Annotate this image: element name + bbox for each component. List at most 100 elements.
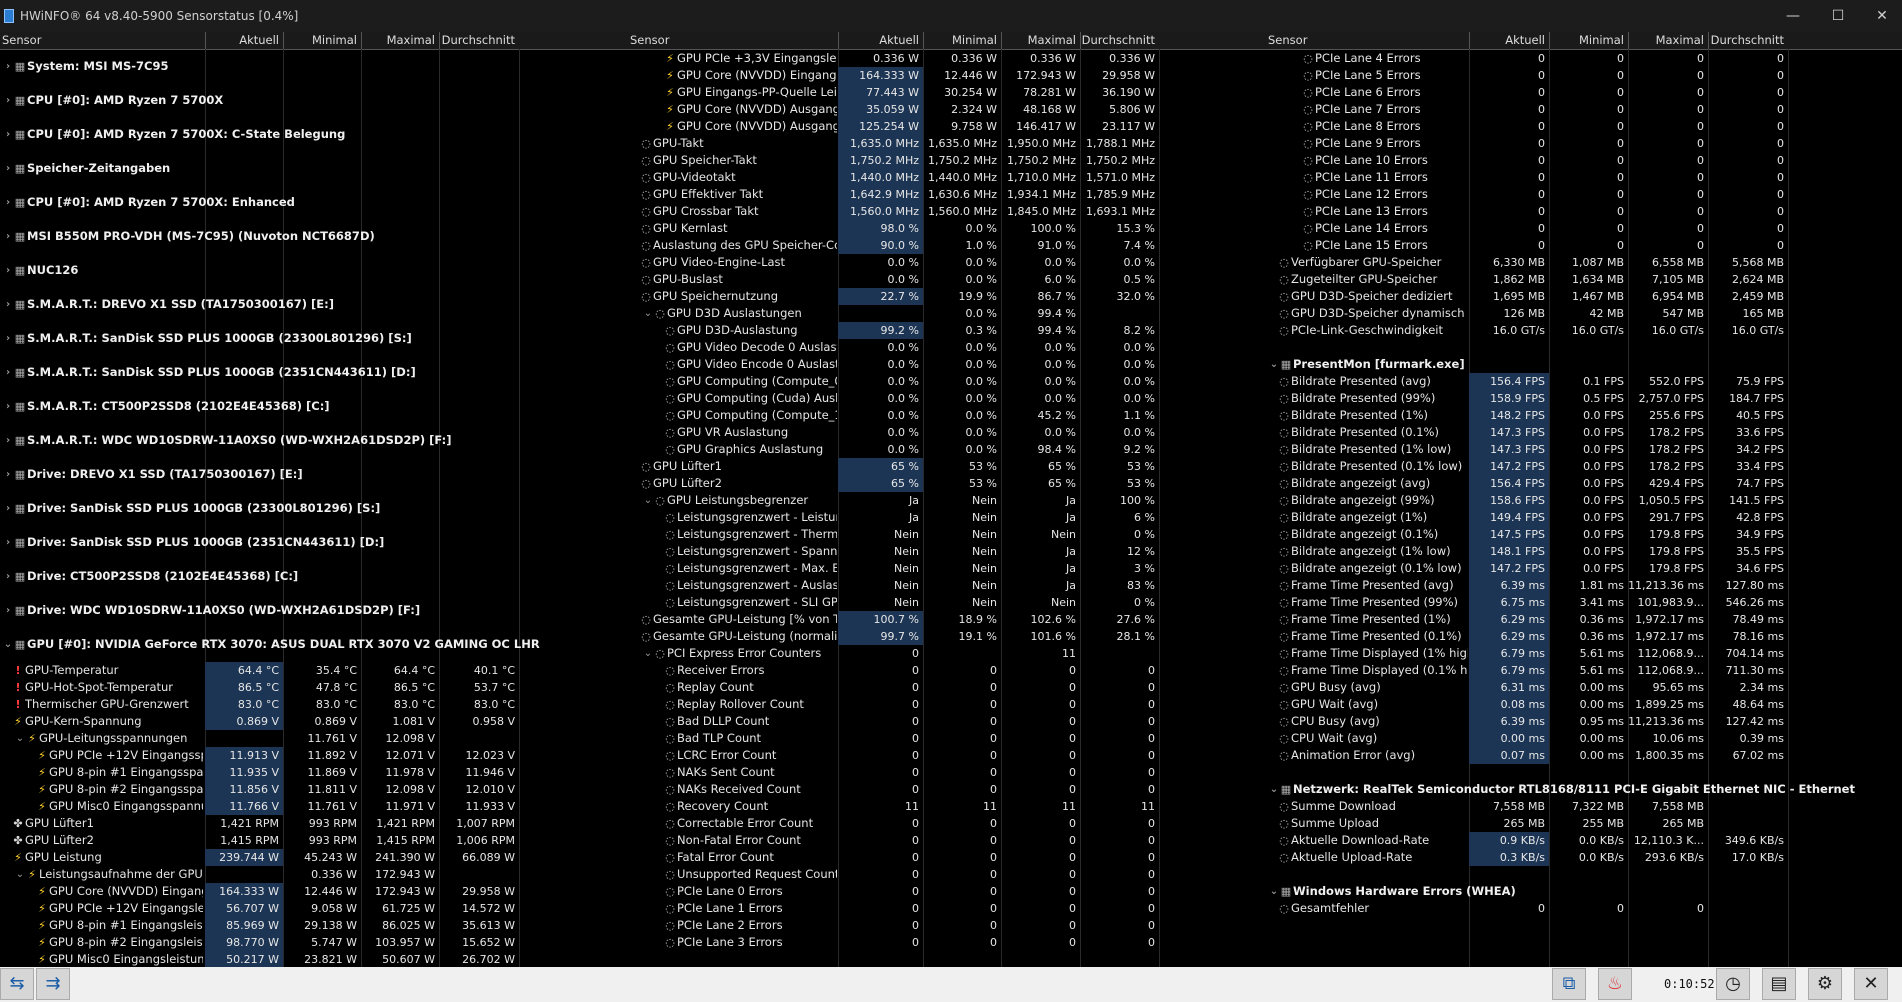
sensor-row[interactable]: ◌Frame Time Displayed (0.1% high)6.79 ms… (1266, 662, 1902, 679)
sensor-group-row[interactable]: › ▦ Speicher-Zeitangaben (0, 152, 628, 186)
sensor-row[interactable]: ◌ Gesamte GPU-Leistung [% von T... 100.7 %… (628, 611, 1266, 628)
sensor-row[interactable]: ⚡GPU Eingangs-PP-Quelle Leist...77.443 W… (628, 84, 1266, 101)
sensor-group-row[interactable]: › ▦ S.M.A.R.T.: DREVO X1 SSD (TA1750300167… (0, 288, 628, 322)
expand-chevron-icon[interactable]: › (2, 534, 14, 551)
sensor-row[interactable]: ! GPU-Hot-Spot-Temperatur 86.5 °C 47.8 °C 86… (0, 679, 628, 696)
sensor-row[interactable]: ◌ PCIe Lane 2 Errors 0 0 0 0 (628, 917, 1266, 934)
sensor-group-row[interactable]: › ▦ Drive: DREVO X1 SSD (TA1750300167) [E:… (0, 458, 628, 492)
sensor-row[interactable]: ◌ Fatal Error Count 0 0 0 0 (628, 849, 1266, 866)
expand-chevron-icon[interactable]: › (2, 330, 14, 347)
sensor-group-row[interactable]: › ▦ Drive: SanDisk SSD PLUS 1000GB (23300L… (0, 492, 628, 526)
expand-chevron-icon[interactable]: › (2, 432, 14, 449)
sensor-row[interactable]: ◌ Bildrate angezeigt (1% low) 148.1 FPS 0.0… (1266, 543, 1902, 560)
sensor-row[interactable]: ◌ Zugeteilter GPU-Speicher 1,862 MB 1,634 M… (1266, 271, 1902, 288)
sensor-row[interactable]: ◌ Frame Time Displayed (1% high) 6.79 ms 5.… (1266, 645, 1902, 662)
column-header-current[interactable]: Aktuell (838, 32, 923, 49)
sensor-row[interactable]: ◌ PCIe Lane 9 Errors 0 0 0 0 (1266, 135, 1902, 152)
sensor-row[interactable]: ◌ Replay Count 0 0 0 0 (628, 679, 1266, 696)
sensor-row[interactable]: ◌ Unsupported Request Count 0 0 0 0 (628, 866, 1266, 883)
sensor-row[interactable]: ◌ PCIe Lane 0 Errors 0 0 0 0 (628, 883, 1266, 900)
expand-chevron-icon[interactable]: › (2, 228, 14, 245)
sensor-row[interactable]: ◌ Auslastung des GPU Speicher-Co... 90.0 %… (628, 237, 1266, 254)
sensor-row[interactable]: ◌ PCIe Lane 14 Errors 0 0 0 0 (1266, 220, 1902, 237)
sensor-group-row[interactable]: ⌄ ▦ PresentMon [furmark.exe] (1266, 356, 1902, 373)
collapse-chevron-icon[interactable]: ⌄ (14, 730, 26, 747)
column-separator[interactable] (1080, 32, 1081, 49)
sensor-row[interactable]: ◌ PCIe Lane 13 Errors 0 0 0 0 (1266, 203, 1902, 220)
sensor-row[interactable]: ◌Leistungsgrenzwert - Max. Be... Nein Nein… (628, 560, 1266, 577)
sensor-row[interactable]: ⌄ ⚡ Leistungsaufnahme der GPU-... 0.336 W 17… (0, 866, 628, 883)
sensor-row[interactable]: ◌ Bildrate Presented (0.1%) 147.3 FPS 0.0 F… (1266, 424, 1902, 441)
column-separator[interactable] (1549, 32, 1550, 49)
column-header-current[interactable]: Aktuell (1469, 32, 1549, 49)
column-header-sensor[interactable]: Sensor (1268, 32, 1467, 49)
sensor-row[interactable]: ◌ GPU Kernlast 98.0 % 0.0 % 100.0 % 15.3 % (628, 220, 1266, 237)
column-header-min[interactable]: Minimal (283, 32, 361, 49)
column-header-current[interactable]: Aktuell (205, 32, 283, 49)
sensor-row[interactable]: ◌ Bildrate angezeigt (0.1%) 147.5 FPS 0.0 F… (1266, 526, 1902, 543)
sensor-row[interactable]: ⌄ ◌ PCI Express Error Counters 0 11 (628, 645, 1266, 662)
sensor-row[interactable]: ◌ GPU Lüfter1 65 % 53 % 65 % 53 % (628, 458, 1266, 475)
sensor-row[interactable]: ◌ PCIe Lane 10 Errors 0 0 0 0 (1266, 152, 1902, 169)
sensor-group-row[interactable]: ⌄ ▦ GPU [#0]: NVIDIA GeForce RTX 3070: ASU… (0, 628, 628, 662)
sensor-row[interactable]: ◌ CPU Busy (avg) 6.39 ms 0.95 ms 11,213.36 m… (1266, 713, 1902, 730)
sensor-row[interactable]: ◌ Bildrate Presented (99%) 158.9 FPS 0.5 FP… (1266, 390, 1902, 407)
sensor-row[interactable]: ◌ PCIe Lane 6 Errors 0 0 0 0 (1266, 84, 1902, 101)
sensor-row[interactable]: ◌ GPU Lüfter2 65 % 53 % 65 % 53 % (628, 475, 1266, 492)
sensor-row[interactable]: ◌ Bildrate angezeigt (0.1% low) 147.2 FPS 0… (1266, 560, 1902, 577)
expand-chevron-icon[interactable]: › (2, 500, 14, 517)
exit-button[interactable]: ✕ (1854, 968, 1888, 1000)
column-header-min[interactable]: Minimal (1549, 32, 1628, 49)
sensor-row[interactable]: ◌ Frame Time Presented (avg) 6.39 ms 1.81 m… (1266, 577, 1902, 594)
sensor-row[interactable]: ◌ Bildrate angezeigt (1%) 149.4 FPS 0.0 FPS… (1266, 509, 1902, 526)
column-header-max[interactable]: Maximal (1001, 32, 1080, 49)
column-header-avg[interactable]: Durchschnitt (1080, 32, 1159, 49)
sensor-row[interactable]: ⚡GPU Misc0 Eingangsspannung11.766 V 11.76… (0, 798, 628, 815)
close-button[interactable]: ✕ (1860, 0, 1902, 32)
column-separator[interactable] (1708, 32, 1709, 49)
sensor-row[interactable]: ◌ Leistungsgrenzwert - Auslast... Nein Nein… (628, 577, 1266, 594)
sensor-group-row[interactable]: › ▦ S.M.A.R.T.: SanDisk SSD PLUS 1000GB (2… (0, 356, 628, 390)
sensor-group-row[interactable]: › ▦ CPU [#0]: AMD Ryzen 7 5700X (0, 84, 628, 118)
sensor-row[interactable]: ◌GPU Computing (Cuda) Ausla... 0.0 % 0.0 %… (628, 390, 1266, 407)
column-separator[interactable] (439, 32, 440, 49)
sensor-group-row[interactable]: › ▦ MSI B550M PRO-VDH (MS-7C95) (Nuvoton N… (0, 220, 628, 254)
collapse-chevron-icon[interactable]: ⌄ (642, 645, 654, 662)
collapse-chevron-icon[interactable]: ⌄ (2, 636, 14, 653)
sensor-row[interactable]: ◌ GPU-Takt 1,635.0 MHz 1,635.0 MHz 1,950.0 M… (628, 135, 1266, 152)
sensor-row[interactable]: ◌ Frame Time Presented (0.1%) 6.29 ms 0.36 … (1266, 628, 1902, 645)
sensor-row[interactable]: ◌GPU Computing (Compute_0) ... 0.0 % 0.0 %… (628, 373, 1266, 390)
column-separator[interactable] (838, 32, 839, 49)
sensor-row[interactable]: ◌ GPU D3D-Speicher dediziert 1,695 MB 1,467… (1266, 288, 1902, 305)
column-header-avg[interactable]: Durchschnitt (439, 32, 519, 49)
sensor-row[interactable]: ◌ Bildrate Presented (1%) 148.2 FPS 0.0 FPS… (1266, 407, 1902, 424)
sensor-group-row[interactable]: › ▦ S.M.A.R.T.: SanDisk SSD PLUS 1000GB (2… (0, 322, 628, 356)
sensor-group-row[interactable]: › ▦ NUC126 (0, 254, 628, 288)
sensor-row[interactable]: ◌ GPU Effektiver Takt 1,642.9 MHz 1,630.6 M… (628, 186, 1266, 203)
sensor-row[interactable]: ◌ GPU Video-Engine-Last 0.0 % 0.0 % 0.0 % 0.0… (628, 254, 1266, 271)
sensor-row[interactable]: ◌ Bildrate Presented (0.1% low) 147.2 FPS 0… (1266, 458, 1902, 475)
sensor-row[interactable]: ◌ GPU Busy (avg) 6.31 ms 0.00 ms 95.65 ms 2.3… (1266, 679, 1902, 696)
sensor-row[interactable]: ◌ Summe Upload 265 MB 255 MB 265 MB (1266, 815, 1902, 832)
flame-button[interactable]: ♨ (1598, 968, 1632, 1000)
sensor-row[interactable]: ◌ PCIe Lane 7 Errors 0 0 0 0 (1266, 101, 1902, 118)
sensor-row[interactable]: ! Thermischer GPU-Grenzwert 83.0 °C 83.0 °C… (0, 696, 628, 713)
sensor-row[interactable]: ◌ Summe Download 7,558 MB 7,322 MB 7,558 MB (1266, 798, 1902, 815)
sensor-row[interactable]: ◌ NAKs Sent Count 0 0 0 0 (628, 764, 1266, 781)
sensor-row[interactable]: ◌Leistungsgrenzwert - Spannu... Nein Nein J… (628, 543, 1266, 560)
sensor-row[interactable]: ◌ PCIe Lane 1 Errors 0 0 0 0 (628, 900, 1266, 917)
sensor-group-row[interactable]: › ▦ Drive: WDC WD10SDRW-11A0XS0 (WD-WXH2A6… (0, 594, 628, 628)
sensor-row[interactable]: ◌ GPU Speichernutzung 22.7 % 19.9 % 86.7 % 32… (628, 288, 1266, 305)
sensor-row[interactable]: ◌ PCIe Lane 3 Errors 0 0 0 0 (628, 934, 1266, 951)
sensor-group-row[interactable]: ⌄ ▦ Netzwerk: RealTek Semiconductor RTL816… (1266, 781, 1902, 798)
sensor-row[interactable]: ◌ GPU Speicher-Takt 1,750.2 MHz 1,750.2 MHz… (628, 152, 1266, 169)
settings-button[interactable]: ⚙ (1808, 968, 1842, 1000)
sensor-row[interactable]: ◌ NAKs Received Count 0 0 0 0 (628, 781, 1266, 798)
sensor-group-row[interactable]: ⌄ ▦ Windows Hardware Errors (WHEA) (1266, 883, 1902, 900)
column-separator[interactable] (1469, 32, 1470, 49)
sensor-row[interactable]: ⚡GPU 8-pin #2 Eingangsspann...11.856 V 11… (0, 781, 628, 798)
column-separator[interactable] (283, 32, 284, 49)
expand-chevron-icon[interactable]: › (2, 568, 14, 585)
sensor-row[interactable]: ◌ PCIe Lane 12 Errors 0 0 0 0 (1266, 186, 1902, 203)
sensor-row[interactable]: ◌ PCIe Lane 8 Errors 0 0 0 0 (1266, 118, 1902, 135)
